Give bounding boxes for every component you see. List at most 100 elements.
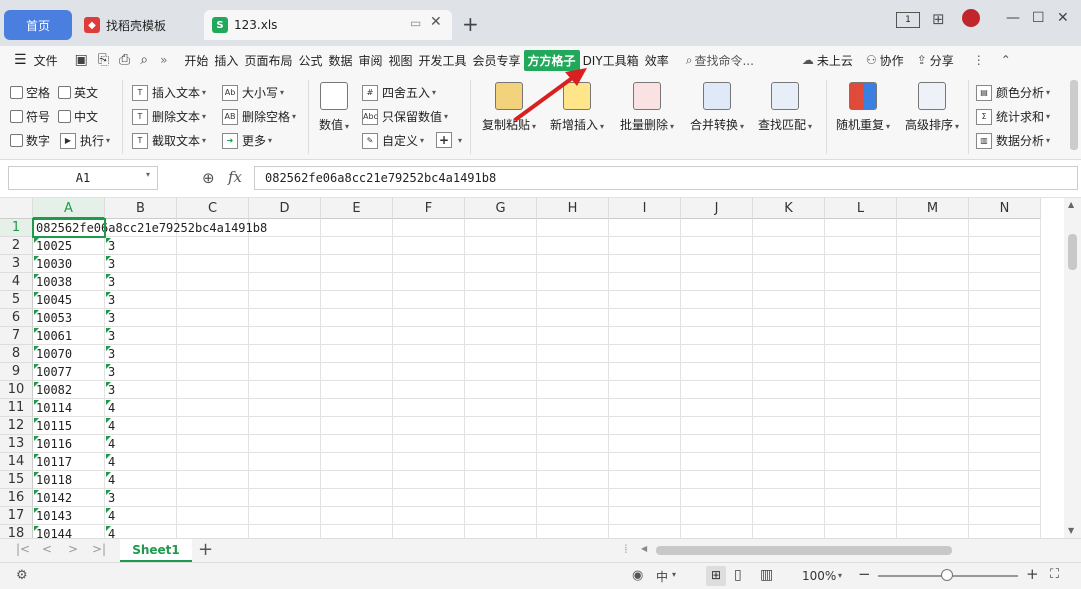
cell-a[interactable]: 10144 (33, 525, 105, 538)
share-button[interactable]: 分享 (927, 52, 957, 69)
value-button[interactable]: 数值 ▾ (316, 82, 352, 133)
row-header[interactable]: 15 (0, 471, 33, 489)
horizontal-scroll-thumb[interactable] (656, 546, 952, 555)
row-header[interactable]: 6 (0, 309, 33, 327)
collapse-ribbon-icon[interactable]: ⌃ (1001, 53, 1011, 67)
cell-a[interactable]: 10061 (33, 327, 105, 345)
check-number[interactable]: 数字 (10, 132, 50, 149)
next-sheet-icon[interactable]: > (68, 542, 78, 556)
data-analysis-button[interactable]: ▥ 数据分析 ▾ (976, 132, 1050, 149)
cell-a[interactable]: 10114 (33, 399, 105, 417)
formula-input[interactable]: 082562fe06a8cc21e79252bc4a1491b8 (254, 166, 1078, 190)
cell-a[interactable]: 10030 (33, 255, 105, 273)
tab-file[interactable]: S 123.xls ▭ ✕ (204, 10, 452, 40)
more-button[interactable]: ➜ 更多 ▾ (222, 132, 272, 149)
row-header[interactable]: 11 (0, 399, 33, 417)
cell-a[interactable]: 10025 (33, 237, 105, 255)
column-header-f[interactable]: F (393, 198, 465, 219)
sheet-tab[interactable]: Sheet1 (120, 539, 192, 562)
menu-item-developer[interactable]: 开发工具 (416, 52, 470, 69)
grid-view-icon[interactable]: ⊞ (932, 10, 945, 28)
cell-a[interactable]: 10118 (33, 471, 105, 489)
menu-item-formula[interactable]: 公式 (295, 52, 325, 69)
row-header[interactable]: 5 (0, 291, 33, 309)
eye-protect-icon[interactable]: ◉ (632, 568, 643, 583)
column-header-b[interactable]: B (105, 198, 177, 219)
row-header[interactable]: 3 (0, 255, 33, 273)
column-header-a[interactable]: A (33, 198, 105, 219)
split-handle[interactable]: ⁞ (624, 542, 628, 556)
column-header-i[interactable]: I (609, 198, 681, 219)
cell-a[interactable]: 10045 (33, 291, 105, 309)
hamburger-icon[interactable]: ☰ (14, 52, 27, 68)
row-header[interactable]: 9 (0, 363, 33, 381)
search-command[interactable]: 查找命令... (694, 52, 753, 69)
scroll-down-icon[interactable]: ▼ (1068, 526, 1074, 535)
tab-home[interactable]: 首页 (4, 10, 72, 40)
check-symbol[interactable]: 符号 (10, 108, 50, 125)
delete-text-button[interactable]: T 删除文本 ▾ (132, 108, 206, 125)
page-view-icon[interactable]: ▯ (734, 567, 742, 583)
column-header-g[interactable]: G (465, 198, 537, 219)
scroll-up-icon[interactable]: ▲ (1068, 200, 1074, 209)
column-header-n[interactable]: N (969, 198, 1041, 219)
check-space[interactable]: 空格 (10, 84, 50, 101)
cut-text-button[interactable]: T 截取文本 ▾ (132, 132, 206, 149)
merge-convert-button[interactable]: 合并转换 ▾ (688, 82, 746, 133)
zoom-slider-knob[interactable] (941, 569, 953, 581)
delete-space-button[interactable]: AB 删除空格 ▾ (222, 108, 296, 125)
cell-a[interactable]: 10142 (33, 489, 105, 507)
row-header[interactable]: 2 (0, 237, 33, 255)
custom-button[interactable]: ✎ 自定义 ▾ (362, 132, 424, 149)
more-options-icon[interactable]: ⋮ (973, 53, 985, 67)
collab-button[interactable]: 协作 (877, 52, 907, 69)
column-header-d[interactable]: D (249, 198, 321, 219)
column-header-m[interactable]: M (897, 198, 969, 219)
cell-a[interactable]: 10143 (33, 507, 105, 525)
menu-item-start[interactable]: 开始 (181, 52, 211, 69)
spreadsheet-grid[interactable]: A B C D E F G H I J K L M N 1 082562fe06a8cc21e79252bc4… (0, 198, 1064, 538)
row-header[interactable]: 14 (0, 453, 33, 471)
row-header[interactable]: 12 (0, 417, 33, 435)
scroll-left-icon[interactable]: ◀ (641, 544, 647, 553)
minimize-icon[interactable]: — (1006, 10, 1020, 26)
zoom-dropdown-icon[interactable]: ▾ (838, 571, 842, 580)
preview-icon[interactable]: ⌕ (140, 52, 148, 68)
menu-item-insert[interactable]: 插入 (211, 52, 241, 69)
name-box-dropdown-icon[interactable]: ▾ (146, 170, 150, 179)
export-icon[interactable]: ⎘ (98, 52, 109, 68)
row-header[interactable]: 7 (0, 327, 33, 345)
close-tab-icon[interactable]: ✕ (430, 14, 442, 30)
macro-icon[interactable]: ⚙ (16, 568, 28, 583)
more-quick-icon[interactable]: » (160, 53, 167, 67)
batch-delete-button[interactable]: 批量删除 ▾ (618, 82, 676, 133)
insert-text-button[interactable]: T 插入文本 ▾ (132, 84, 206, 101)
add-sheet-icon[interactable]: + (198, 539, 213, 560)
maximize-icon[interactable]: ☐ (1032, 10, 1045, 26)
first-sheet-icon[interactable]: |< (16, 542, 30, 556)
row-header[interactable]: 13 (0, 435, 33, 453)
close-window-icon[interactable]: ✕ (1057, 10, 1069, 26)
check-english[interactable]: 英文 (58, 84, 98, 101)
column-header-c[interactable]: C (177, 198, 249, 219)
cell-a[interactable]: 10038 (33, 273, 105, 291)
vertical-scrollbar[interactable]: ▲ ▼ (1064, 198, 1081, 538)
stat-sum-button[interactable]: Σ 统计求和 ▾ (976, 108, 1050, 125)
row-header[interactable]: 10 (0, 381, 33, 399)
row-header[interactable]: 4 (0, 273, 33, 291)
normal-view-icon[interactable]: ⊞ (706, 566, 726, 586)
pin-window-icon[interactable]: ▭ (410, 16, 421, 30)
layout-one-icon[interactable]: 1 (896, 12, 920, 28)
color-analysis-button[interactable]: ▤ 颜色分析 ▾ (976, 84, 1050, 101)
column-header-l[interactable]: L (825, 198, 897, 219)
ribbon-scrollbar[interactable] (1070, 80, 1078, 150)
cell-a[interactable]: 10082 (33, 381, 105, 399)
input-mode[interactable]: 中 (656, 568, 668, 585)
zoom-in-icon[interactable]: + (1026, 565, 1039, 583)
round-button[interactable]: # 四舍五入 ▾ (362, 84, 436, 101)
input-mode-dropdown-icon[interactable]: ▾ (672, 570, 676, 579)
case-button[interactable]: Ab 大小写 ▾ (222, 84, 284, 101)
save-icon[interactable]: ▣ (75, 52, 88, 68)
cell-a[interactable]: 10077 (33, 363, 105, 381)
menu-item-data[interactable]: 数据 (325, 52, 355, 69)
